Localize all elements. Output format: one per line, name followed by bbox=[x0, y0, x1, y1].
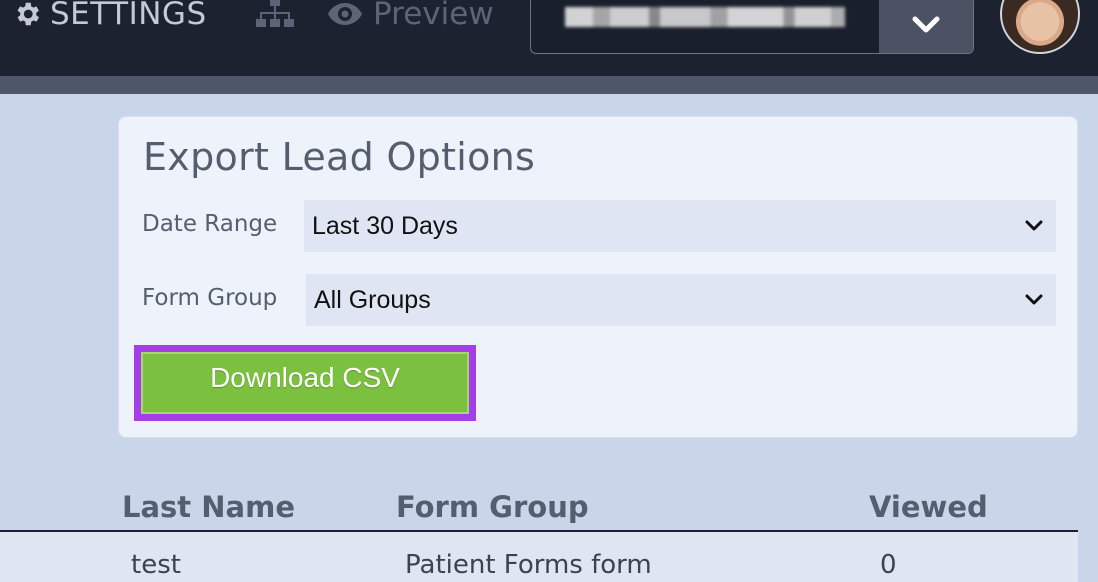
account-selector[interactable] bbox=[530, 0, 974, 54]
settings-nav-link[interactable]: SETTINGS bbox=[12, 0, 207, 34]
cell-last-name: test bbox=[131, 550, 181, 580]
table-header: Last Name Form Group Viewed bbox=[0, 478, 1078, 532]
column-header-viewed[interactable]: Viewed bbox=[869, 490, 988, 524]
date-range-label: Date Range bbox=[142, 211, 278, 237]
date-range-value: Last 30 Days bbox=[312, 211, 458, 240]
download-button-highlight: Download CSV bbox=[134, 345, 476, 421]
gear-icon bbox=[17, 2, 40, 26]
form-group-select[interactable]: All Groups bbox=[306, 274, 1056, 326]
cell-viewed: 0 bbox=[880, 550, 897, 580]
preview-label: Preview bbox=[373, 0, 494, 32]
settings-label: SETTINGS bbox=[50, 0, 207, 32]
download-csv-button[interactable]: Download CSV bbox=[141, 352, 469, 414]
account-name-redacted bbox=[565, 7, 845, 27]
top-nav-bar: SETTINGS Preview bbox=[0, 0, 1098, 76]
card-title: Export Lead Options bbox=[143, 135, 536, 179]
column-header-last-name[interactable]: Last Name bbox=[122, 490, 295, 524]
export-options-card: Export Lead Options Date Range Last 30 D… bbox=[118, 116, 1078, 438]
chevron-down-icon bbox=[912, 16, 940, 33]
form-group-value: All Groups bbox=[314, 285, 431, 314]
form-group-label: Form Group bbox=[142, 285, 278, 311]
date-range-select[interactable]: Last 30 Days bbox=[304, 200, 1056, 252]
sitemap-icon[interactable] bbox=[255, 0, 295, 30]
table-row[interactable]: test Patient Forms form 0 bbox=[0, 532, 1078, 582]
chevron-down-icon bbox=[1025, 294, 1043, 305]
eye-icon bbox=[328, 3, 362, 25]
chevron-down-icon bbox=[1025, 220, 1043, 231]
cell-form-group: Patient Forms form bbox=[405, 550, 652, 580]
preview-nav-link[interactable]: Preview bbox=[327, 0, 494, 34]
column-header-form-group[interactable]: Form Group bbox=[396, 490, 589, 524]
user-avatar[interactable] bbox=[1000, 0, 1080, 54]
account-dropdown-toggle[interactable] bbox=[879, 0, 973, 53]
topbar-divider bbox=[0, 76, 1098, 94]
